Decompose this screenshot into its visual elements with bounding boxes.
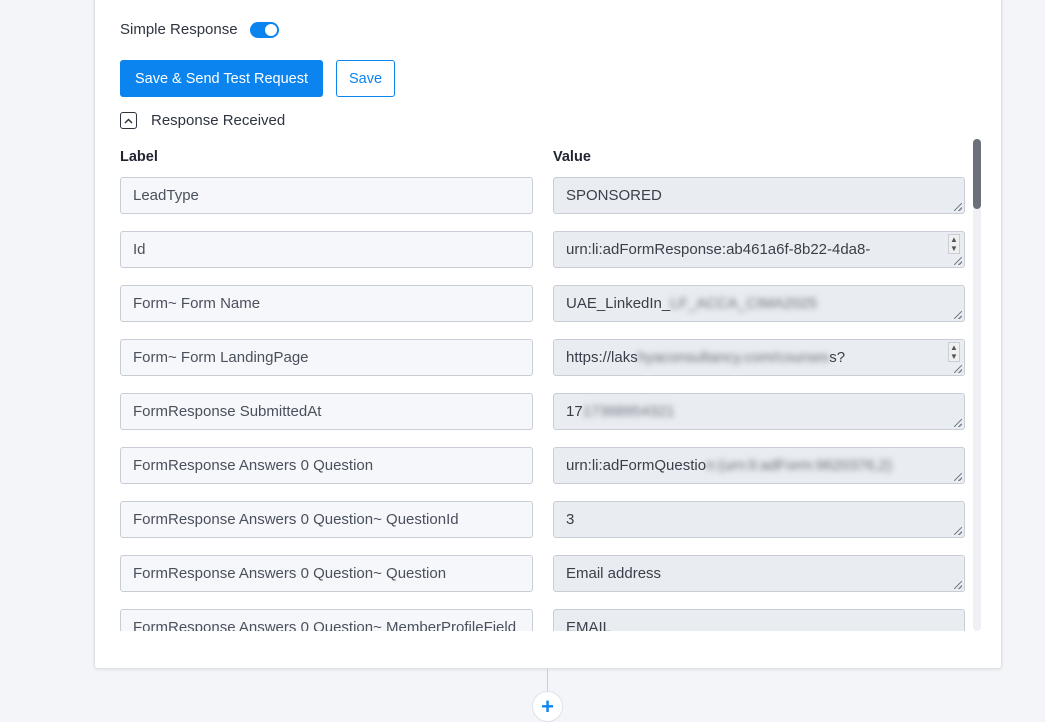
resize-handle-icon[interactable] xyxy=(954,419,962,427)
field-value-textarea[interactable]: urn:li:adFormResponse:ab461a6f-8b22-4da8… xyxy=(553,231,965,268)
scroll-arrows-icon[interactable]: ▲ ▼ xyxy=(948,234,960,254)
webhook-config-card: Simple Response Save & Send Test Request… xyxy=(94,0,1002,669)
flow-connector-line xyxy=(547,669,548,691)
field-row: LeadType SPONSORED xyxy=(120,177,966,214)
scrollbar-thumb[interactable] xyxy=(973,139,981,209)
redacted-text: 17368954321 xyxy=(582,403,675,420)
plus-icon: + xyxy=(541,693,554,719)
resize-handle-icon[interactable] xyxy=(954,527,962,535)
field-value-text: SPONSORED xyxy=(566,187,662,204)
fields-scrollbar[interactable] xyxy=(973,139,981,631)
field-value-text: urn:li:adFormQuestio xyxy=(566,457,707,474)
field-row: Form~ Form LandingPage https://laks hyaco… xyxy=(120,339,966,376)
section-title: Response Received xyxy=(151,112,286,129)
field-value-text: 3 xyxy=(566,511,575,528)
redacted-text: LF_ACCA_CIMA2025 xyxy=(670,295,817,312)
field-label-text: FormResponse Answers 0 Question~ MemberP… xyxy=(133,619,517,631)
resize-handle-icon[interactable] xyxy=(954,365,962,373)
resize-handle-icon[interactable] xyxy=(954,311,962,319)
field-value-textarea[interactable]: SPONSORED xyxy=(553,177,965,214)
field-label-input[interactable]: Id xyxy=(120,231,533,268)
field-row: FormResponse Answers 0 Question~ Questio… xyxy=(120,501,966,538)
field-row: FormResponse SubmittedAt 17 17368954321 xyxy=(120,393,966,430)
field-value-suffix: s? xyxy=(829,349,846,366)
field-label-input[interactable]: LeadType xyxy=(120,177,533,214)
save-button[interactable]: Save xyxy=(336,60,395,97)
field-label-text: FormResponse Answers 0 Question xyxy=(133,457,374,474)
redacted-text: n:(urn:li:adForm:9620376,2) xyxy=(706,457,892,474)
field-label-input[interactable]: FormResponse Answers 0 Question xyxy=(120,447,533,484)
redacted-text: hyaconsultancy.com/courses xyxy=(637,349,830,366)
response-fields-list: LeadType SPONSORED Id urn:li:adFormRespo… xyxy=(120,177,966,631)
field-row: FormResponse Answers 0 Question~ MemberP… xyxy=(120,609,966,631)
resize-handle-icon[interactable] xyxy=(954,473,962,481)
chevron-up-icon xyxy=(124,117,133,124)
field-row: FormResponse Answers 0 Question urn:li:a… xyxy=(120,447,966,484)
field-value-text: https://laks xyxy=(566,349,638,366)
field-value-textarea[interactable]: Email address xyxy=(553,555,965,592)
field-label-input[interactable]: FormResponse Answers 0 Question~ Questio… xyxy=(120,555,533,592)
resize-handle-icon[interactable] xyxy=(954,581,962,589)
field-label-input[interactable]: FormResponse Answers 0 Question~ MemberP… xyxy=(120,609,533,631)
simple-response-label: Simple Response xyxy=(120,21,238,38)
field-label-text: LeadType xyxy=(133,187,199,204)
resize-handle-icon[interactable] xyxy=(954,257,962,265)
field-value-textarea[interactable]: urn:li:adFormQuestio n:(urn:li:adForm:962… xyxy=(553,447,965,484)
value-column-header: Value xyxy=(553,149,591,165)
field-label-text: FormResponse Answers 0 Question~ Questio… xyxy=(133,511,459,528)
field-label-text: Form~ Form Name xyxy=(133,295,261,312)
field-value-text: urn:li:adFormResponse:ab461a6f-8b22-4da8… xyxy=(566,241,871,258)
resize-handle-icon[interactable] xyxy=(954,203,962,211)
collapse-toggle-button[interactable] xyxy=(120,112,137,129)
field-value-text: EMAIL xyxy=(566,619,612,631)
response-received-header: Response Received xyxy=(120,112,285,129)
field-label-text: Id xyxy=(133,241,146,258)
field-label-input[interactable]: FormResponse Answers 0 Question~ Questio… xyxy=(120,501,533,538)
scroll-arrows-icon[interactable]: ▲ ▼ xyxy=(948,342,960,362)
field-value-textarea[interactable]: 17 17368954321 xyxy=(553,393,965,430)
field-value-textarea[interactable]: 3 xyxy=(553,501,965,538)
field-label-input[interactable]: FormResponse SubmittedAt xyxy=(120,393,533,430)
field-label-text: FormResponse Answers 0 Question~ Questio… xyxy=(133,565,447,582)
field-row: Id urn:li:adFormResponse:ab461a6f-8b22-4… xyxy=(120,231,966,268)
field-label-text: FormResponse SubmittedAt xyxy=(133,403,322,420)
field-row: FormResponse Answers 0 Question~ Questio… xyxy=(120,555,966,592)
field-value-textarea[interactable]: UAE_LinkedIn_ LF_ACCA_CIMA2025 xyxy=(553,285,965,322)
field-value-text: UAE_LinkedIn_ xyxy=(566,295,671,312)
field-row: Form~ Form Name UAE_LinkedIn_ LF_ACCA_CIM… xyxy=(120,285,966,322)
field-label-text: Form~ Form LandingPage xyxy=(133,349,309,366)
label-column-header: Label xyxy=(120,149,158,165)
simple-response-row: Simple Response xyxy=(120,21,279,38)
field-value-text: Email address xyxy=(566,565,662,582)
field-value-textarea[interactable]: EMAIL xyxy=(553,609,965,631)
field-label-input[interactable]: Form~ Form Name xyxy=(120,285,533,322)
add-step-button[interactable]: + xyxy=(532,691,563,722)
field-label-input[interactable]: Form~ Form LandingPage xyxy=(120,339,533,376)
save-and-send-test-button[interactable]: Save & Send Test Request xyxy=(120,60,323,97)
field-value-textarea[interactable]: https://laks hyaconsultancy.com/courses s?… xyxy=(553,339,965,376)
toggle-knob xyxy=(264,23,277,36)
simple-response-toggle[interactable] xyxy=(249,21,279,38)
field-value-text: 17 xyxy=(566,403,583,420)
